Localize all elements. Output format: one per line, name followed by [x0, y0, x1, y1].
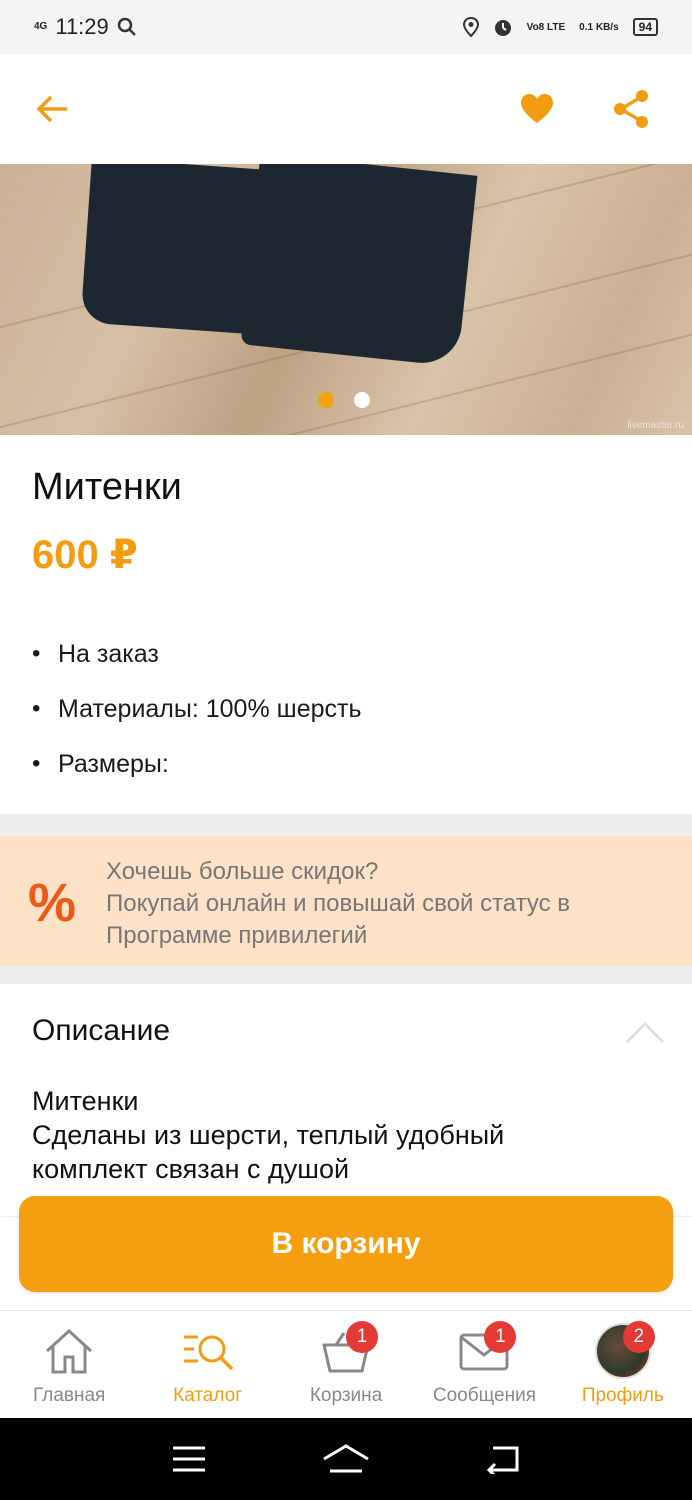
system-home-button[interactable] — [321, 1439, 371, 1479]
nav-label: Сообщения — [432, 1385, 536, 1406]
location-icon — [462, 17, 479, 37]
alarm-icon — [494, 20, 511, 36]
system-back-button[interactable] — [478, 1439, 528, 1479]
product-price: 600 ₽ — [32, 533, 138, 577]
status-left: 4G 11:29 — [34, 14, 137, 40]
status-right: Vo8 LTE 0.1 KB/s 94 — [462, 17, 658, 37]
nav-icon-wrap — [41, 1325, 97, 1377]
nav-item-catalog[interactable]: Каталог — [138, 1311, 276, 1419]
profile-badge: 2 — [622, 1321, 655, 1353]
net-speed: 0.1 KB/s — [579, 21, 619, 33]
description-text: Митенки Сделаны из шерсти, теплый удобны… — [32, 1084, 652, 1186]
status-bar: 4G 11:29 Vo8 LTE 0.1 KB/s 94 — [0, 0, 692, 54]
section-divider — [0, 814, 692, 836]
property-item: Материалы: 100% шерсть — [32, 695, 361, 750]
description-title: Описание — [32, 1014, 171, 1047]
gallery-dot-active[interactable] — [318, 392, 334, 408]
system-menu-button[interactable] — [164, 1439, 214, 1479]
back-icon — [487, 1446, 519, 1474]
home-outline-icon — [323, 1444, 369, 1473]
network-indicator: 4G — [34, 21, 48, 32]
battery-indicator: 94 — [632, 18, 658, 36]
product-photo-mitten-right — [240, 164, 478, 367]
cart-badge: 1 — [346, 1321, 379, 1353]
nav-icon-wrap: 1 — [318, 1321, 379, 1377]
menu-icon — [172, 1446, 205, 1472]
system-navigation-bar — [0, 1418, 692, 1500]
property-item: На заказ — [32, 640, 361, 695]
back-button[interactable] — [28, 84, 78, 134]
watermark: livemaster.ru — [627, 420, 684, 431]
property-item: Размеры: — [32, 750, 361, 805]
nav-label: Корзина — [309, 1385, 383, 1406]
product-title: Митенки — [32, 466, 182, 508]
nav-label: Главная — [33, 1385, 106, 1406]
share-button[interactable] — [606, 84, 656, 134]
favorite-button[interactable] — [512, 84, 562, 134]
promo-text: Хочешь больше скидок? Покупай онлайн и п… — [106, 858, 571, 949]
percent-icon: % — [28, 873, 77, 933]
add-to-cart-button[interactable]: В корзину — [19, 1196, 673, 1292]
bottom-navigation: Главная Каталог 1 Корзина 1 Сообщения 2 … — [0, 1310, 692, 1419]
catalog-search-icon — [183, 1335, 233, 1371]
gallery-dots — [318, 392, 370, 408]
nav-icon-wrap — [180, 1325, 236, 1377]
nav-icon-wrap: 1 — [456, 1321, 517, 1377]
volte-indicator: Vo8 LTE — [526, 21, 566, 33]
description-line: Сделаны из шерсти, теплый удобный компле… — [32, 1120, 505, 1184]
nav-item-messages[interactable]: 1 Сообщения — [415, 1311, 553, 1419]
share-icon — [614, 90, 648, 128]
nav-label: Каталог — [173, 1385, 243, 1406]
section-divider — [0, 966, 692, 984]
nav-item-cart[interactable]: 1 Корзина — [277, 1311, 415, 1419]
nav-item-profile[interactable]: 2 Профиль — [554, 1311, 692, 1419]
heart-icon — [521, 94, 553, 123]
gallery-dot[interactable] — [354, 392, 370, 408]
privilege-promo-banner[interactable]: % Хочешь больше скидок? Покупай онлайн и… — [0, 836, 692, 966]
status-time: 11:29 — [55, 14, 109, 39]
description-line: Митенки — [32, 1086, 139, 1116]
search-icon — [117, 17, 136, 36]
nav-item-home[interactable]: Главная — [0, 1311, 138, 1419]
home-icon — [46, 1328, 93, 1374]
nav-label: Профиль — [581, 1385, 664, 1406]
collapse-button[interactable] — [625, 1020, 665, 1050]
arrow-left-icon — [36, 95, 67, 123]
product-properties: На заказ Материалы: 100% шерсть Размеры: — [32, 640, 361, 805]
nav-icon-wrap: 2 — [594, 1321, 655, 1379]
messages-badge: 1 — [484, 1321, 517, 1353]
chevron-up-icon — [625, 1021, 665, 1044]
app-header — [0, 54, 692, 164]
